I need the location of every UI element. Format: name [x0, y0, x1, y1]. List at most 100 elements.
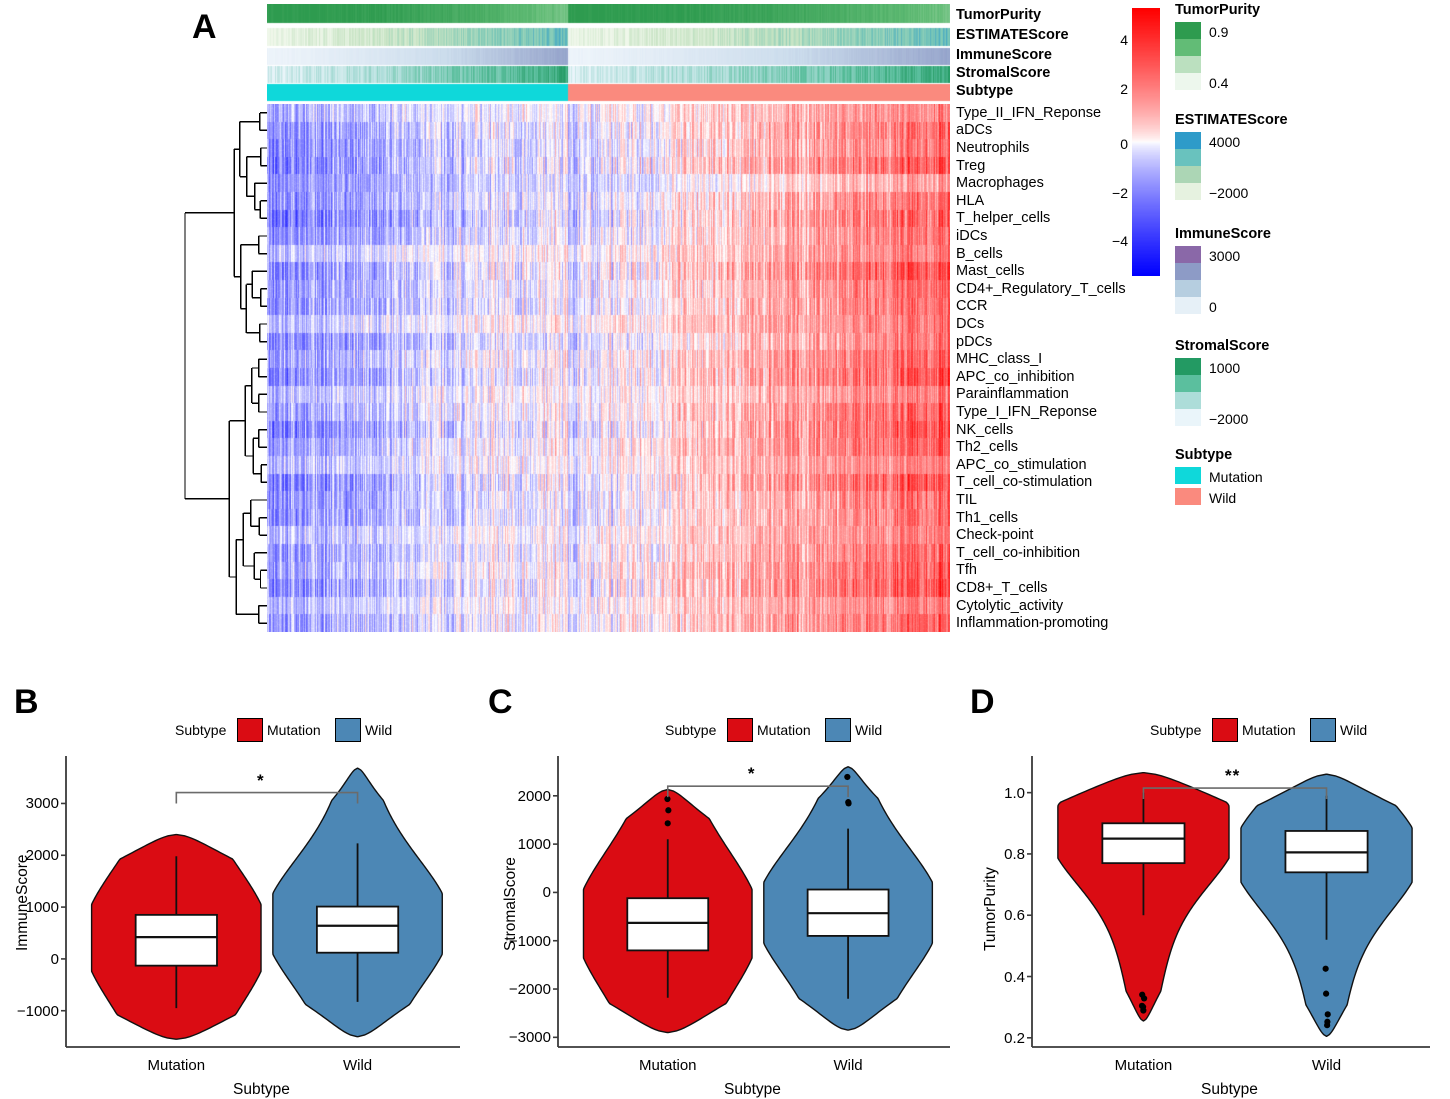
y-axis-tick-label: 0	[50, 950, 59, 968]
legend-swatch	[1175, 375, 1201, 392]
legend-max-label: 1000	[1209, 360, 1241, 376]
legend-min-label: 0	[1209, 299, 1217, 315]
heatmap-row-label: Treg	[956, 157, 986, 174]
box-mutation	[134, 913, 218, 967]
heatmap-row-label: T_helper_cells	[956, 210, 1051, 227]
panel-a-heatmap: A TumorPurity ESTIMATEScore ImmuneScore Str…	[0, 0, 1450, 660]
heatmap-row-label: DCs	[956, 316, 985, 332]
x-axis-title: Subtype	[1201, 1081, 1258, 1098]
legend-min-label: −2000	[1209, 185, 1249, 201]
legend-title-immunescore: ImmuneScore	[1175, 226, 1271, 242]
legend-min-label: 0.4	[1209, 75, 1229, 91]
heatmap-row-label: T_cell_co-inhibition	[956, 544, 1081, 561]
heatmap-row-label: Type_II_IFN_Reponse	[956, 104, 1102, 121]
legend-swatch	[1175, 263, 1201, 280]
heatmap-matrix	[267, 104, 950, 632]
heatmap-annotation-bars	[267, 4, 950, 104]
heatmap-row-label: iDCs	[956, 228, 988, 244]
outlier-point	[845, 799, 852, 806]
violin-plot-area	[61, 756, 460, 1048]
heatmap-row-label: aDCs	[956, 122, 993, 139]
y-axis-title: TumorPurity	[982, 866, 999, 951]
heatmap-row-label: Macrophages	[956, 175, 1044, 192]
heatmap-row-label: CD4+_Regulatory_T_cells	[956, 280, 1126, 297]
heatmap-row-label: Th1_cells	[956, 509, 1019, 526]
outlier-point	[1141, 995, 1148, 1002]
panel-a-letter: A	[192, 8, 217, 46]
legend-swatch	[1175, 246, 1201, 263]
colorbar-tick: 0	[1120, 136, 1128, 152]
annotation-label-stromalscore: StromalScore	[956, 65, 1051, 81]
heatmap-row-label: B_cells	[956, 245, 1003, 262]
y-axis-tick-label: −1000	[16, 1002, 59, 1020]
legend-swatch	[1175, 149, 1201, 166]
annotation-label-subtype: Subtype	[956, 83, 1014, 99]
heatmap-row-label: TIL	[956, 492, 977, 508]
y-axis-tick-label: 0.8	[1004, 845, 1025, 863]
outlier-point	[664, 820, 671, 827]
legend-max-label: 4000	[1209, 134, 1241, 150]
panel-d-violin: D Subtype Mutation Wild ** 0.2 0.4 0.6 0.8 1.0 Mu…	[960, 680, 1450, 1098]
significance-marker: *	[256, 770, 265, 790]
y-axis-tick-label: 1000	[517, 836, 551, 854]
heatmap-row-label: HLA	[956, 192, 985, 209]
heatmap-row-label: MHC_class_I	[956, 351, 1043, 368]
legend-title-stromalscore: StromalScore	[1175, 338, 1270, 354]
heatmap-row-label: T_cell_co-stimulation	[956, 474, 1093, 491]
x-axis-category-label: Mutation	[638, 1057, 697, 1074]
x-axis-category-label: Wild	[833, 1057, 863, 1074]
y-axis-tick-label: 2000	[517, 787, 551, 805]
annotation-label-estimatescore: ESTIMATEScore	[956, 27, 1069, 43]
heatmap-row-label: NK_cells	[956, 421, 1014, 438]
legend-min-label: −2000	[1209, 411, 1249, 427]
colorbar-tick: −4	[1112, 233, 1128, 249]
legend-max-label: 3000	[1209, 248, 1241, 264]
heatmap-row-label: Check-point	[956, 527, 1034, 544]
x-axis-category-label: Mutation	[1114, 1057, 1173, 1074]
outlier-point	[1324, 1018, 1331, 1025]
x-axis-category-label: Wild	[342, 1057, 373, 1074]
annotation-label-tumorpurity: TumorPurity	[956, 7, 1042, 23]
y-axis-title: StromalScore	[502, 856, 519, 951]
colorbar-tick: −2	[1112, 185, 1128, 201]
outlier-point	[1322, 965, 1329, 972]
legend-title-estimatescore: ESTIMATEScore	[1175, 112, 1288, 128]
legend-title-tumorpurity: TumorPurity	[1175, 2, 1261, 18]
significance-marker: **	[1224, 766, 1241, 786]
colorbar-tick: 2	[1120, 81, 1128, 97]
panel-c-violin: C Subtype Mutation Wild * −3000 −2000 −1000 0 10…	[480, 680, 970, 1098]
heatmap-row-label: Mast_cells	[956, 263, 1025, 280]
row-dendrogram	[184, 112, 267, 624]
annotation-label-immunescore: ImmuneScore	[956, 47, 1052, 63]
x-axis-title: Subtype	[233, 1081, 290, 1098]
heatmap-row-label: Cytolytic_activity	[956, 597, 1064, 614]
heatmap-row-label: CCR	[956, 298, 988, 315]
legend-swatch	[1175, 22, 1201, 39]
box-wild	[315, 905, 400, 954]
y-axis-tick-label: −3000	[508, 1029, 551, 1047]
heatmap-row-label: Th2_cells	[956, 439, 1019, 456]
box-mutation	[626, 897, 710, 952]
panel-b-violin: B Subtype Mutation Wild * −1000 0 1000 2000 3000…	[0, 680, 480, 1098]
heatmap-row-label: pDCs	[956, 333, 993, 350]
y-axis-tick-label: −2000	[508, 981, 551, 999]
legend-swatch	[1175, 166, 1201, 183]
violin-plot-area	[1027, 756, 1430, 1048]
y-axis-tick-label: 0.2	[1004, 1029, 1025, 1047]
y-axis-title: ImmuneScore	[14, 854, 31, 951]
legend-swatch	[1175, 392, 1201, 409]
outlier-point	[1323, 990, 1330, 997]
box-mutation	[1101, 822, 1186, 865]
heatmap-row-label: Inflammation-promoting	[956, 615, 1109, 632]
heatmap-row-label: APC_co_stimulation	[956, 456, 1087, 473]
y-axis-tick-label: 1.0	[1004, 784, 1025, 802]
legend-item-label: Wild	[1209, 490, 1237, 506]
legend-swatch	[1175, 132, 1201, 149]
heatmap-row-label: Neutrophils	[956, 140, 1030, 156]
legend-max-label: 0.9	[1209, 24, 1229, 40]
y-axis-tick-label: 3000	[25, 795, 59, 813]
y-axis-tick-label: 0.4	[1004, 968, 1025, 986]
legend-swatch	[1175, 358, 1201, 375]
x-axis-category-label: Mutation	[147, 1057, 206, 1074]
colorbar-tick: 4	[1120, 32, 1128, 48]
